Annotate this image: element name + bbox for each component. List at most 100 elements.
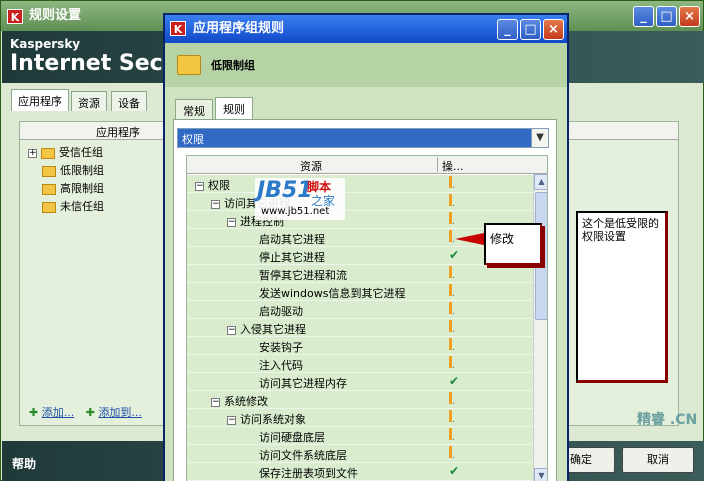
rule-row[interactable]: 停止其它进程 ✔ [187,247,533,265]
rule-type-select[interactable]: 权限 [177,128,537,148]
rule-row[interactable]: − 进程控制. [187,211,533,229]
rule-action[interactable]: . [449,230,455,245]
folder-icon [42,165,56,177]
folder-icon [42,183,56,195]
folder-icon [177,55,201,75]
rule-action[interactable]: . [449,410,455,425]
brand-line1: Kaspersky [10,37,81,51]
rule-text: 入侵其它进程 [240,323,306,336]
resource-column-header[interactable]: 资源 [300,158,322,174]
maximize-icon[interactable]: □ [520,19,541,40]
group-high-restricted[interactable]: 高限制组 [42,180,104,197]
group-untrusted[interactable]: 未信任组 [42,198,104,215]
column-header-label: 应用程序 [96,126,140,139]
tab-general[interactable]: 常规 [175,99,213,119]
collapse-icon[interactable]: − [211,199,220,209]
add-to-link[interactable]: ✚ 添加到... [86,406,142,419]
minimize-icon[interactable]: _ [633,6,654,27]
folder-icon [41,147,55,159]
rule-text: 保存注册表项到文件 [259,467,358,480]
scroll-up-icon[interactable]: ▲ [534,174,547,190]
rule-label: 启动驱动 [259,303,303,319]
rule-action[interactable]: . [449,176,455,191]
rule-text: 启动其它进程 [259,233,325,246]
rules-tree: 资源 操... −权限.−访问其它进程.−进程控制.启动其它进程.停止其它进程✔… [186,155,548,481]
rule-row[interactable]: 访问其它进程内存 ✔ [187,373,533,391]
rule-text: 系统修改 [224,395,268,408]
rule-action[interactable]: . [449,284,455,299]
cancel-button[interactable]: 取消 [622,447,694,473]
rule-text: 注入代码 [259,359,303,372]
rule-action[interactable]: ✔ [449,374,459,388]
collapse-icon[interactable]: − [227,415,236,425]
tab-devices[interactable]: 设备 [111,91,147,111]
rule-row[interactable]: 注入代码. [187,355,533,373]
collapse-icon[interactable]: − [195,181,204,191]
rule-action[interactable]: . [449,428,455,443]
group-low-restricted[interactable]: 低限制组 [42,162,104,179]
rule-row[interactable]: 访问硬盘底层. [187,427,533,445]
rule-row[interactable]: − 入侵其它进程. [187,319,533,337]
expand-icon[interactable]: + [28,148,37,158]
modify-callout: 修改 [484,223,542,265]
rule-label: − 权限 [195,177,230,193]
rule-label: 保存注册表项到文件 [259,465,358,481]
rule-row[interactable]: 保存注册表项到文件 ✔ [187,463,533,481]
rules-window-title: 规则设置 [29,8,82,23]
rule-label: 发送windows信息到其它进程 [259,285,405,301]
minimize-icon[interactable]: _ [497,19,518,40]
rule-text: 访问其它进程内存 [259,377,347,390]
help-link[interactable]: 帮助 [12,455,36,472]
rule-row[interactable]: 安装钩子. [187,337,533,355]
rule-action[interactable]: ✔ [449,248,459,262]
vertical-scrollbar[interactable]: ▲ ▼ [533,174,547,481]
action-column-header[interactable]: 操... [442,158,464,174]
rule-row[interactable]: − 权限. [187,175,533,193]
collapse-icon[interactable]: − [227,325,236,335]
allow-check-icon: ✔ [449,248,460,262]
rule-row[interactable]: − 访问系统对象. [187,409,533,427]
close-icon[interactable]: × [679,6,700,27]
tab-applications[interactable]: 应用程序 [11,89,69,111]
rule-label: 安装钩子 [259,339,303,355]
close-icon[interactable]: × [543,19,564,40]
rule-action[interactable]: . [449,302,455,317]
rule-action[interactable]: . [449,212,455,227]
arrow-icon [455,233,484,245]
collapse-icon[interactable]: − [211,397,220,407]
rule-row[interactable]: 启动驱动. [187,301,533,319]
chevron-down-icon[interactable]: ▼ [531,128,549,148]
rule-action[interactable]: . [449,392,455,407]
rule-label: 停止其它进程 [259,249,325,265]
add-link[interactable]: ✚ 添加... [29,406,74,419]
rule-action[interactable]: . [449,194,455,209]
add-links: ✚ 添加... ✚ 添加到... [29,404,150,420]
scroll-down-icon[interactable]: ▼ [534,468,547,481]
rule-action[interactable]: . [449,320,455,335]
rule-action[interactable]: ✔ [449,464,459,478]
rule-label: 注入代码 [259,357,303,373]
rule-row[interactable]: 发送windows信息到其它进程. [187,283,533,301]
rule-row[interactable]: 访问文件系统底层. [187,445,533,463]
screen: K 规则设置 _ □ × Kaspersky Internet Security… [0,0,704,481]
group-label: 受信任组 [59,146,103,159]
tab-rules[interactable]: 规则 [215,97,253,119]
rule-action[interactable]: . [449,266,455,281]
rule-row[interactable]: − 系统修改. [187,391,533,409]
rule-text: 安装钩子 [259,341,303,354]
rule-action[interactable]: . [449,338,455,353]
rule-text: 发送windows信息到其它进程 [259,287,406,300]
tab-resources[interactable]: 资源 [71,91,107,111]
column-separator[interactable] [437,157,438,172]
rule-row[interactable]: −访问其它进程. [187,193,533,211]
rule-row[interactable]: 暂停其它进程和流. [187,265,533,283]
rule-action[interactable]: . [449,446,455,461]
group-trusted[interactable]: + 受信任组 [28,144,103,161]
watermark: 精睿 .CN [637,412,698,428]
group-label: 未信任组 [60,200,104,213]
allow-check-icon: ✔ [449,374,460,388]
rule-action[interactable]: . [449,356,455,371]
collapse-icon[interactable]: − [227,217,236,227]
rule-label: − 入侵其它进程 [227,321,306,337]
maximize-icon[interactable]: □ [656,6,677,27]
